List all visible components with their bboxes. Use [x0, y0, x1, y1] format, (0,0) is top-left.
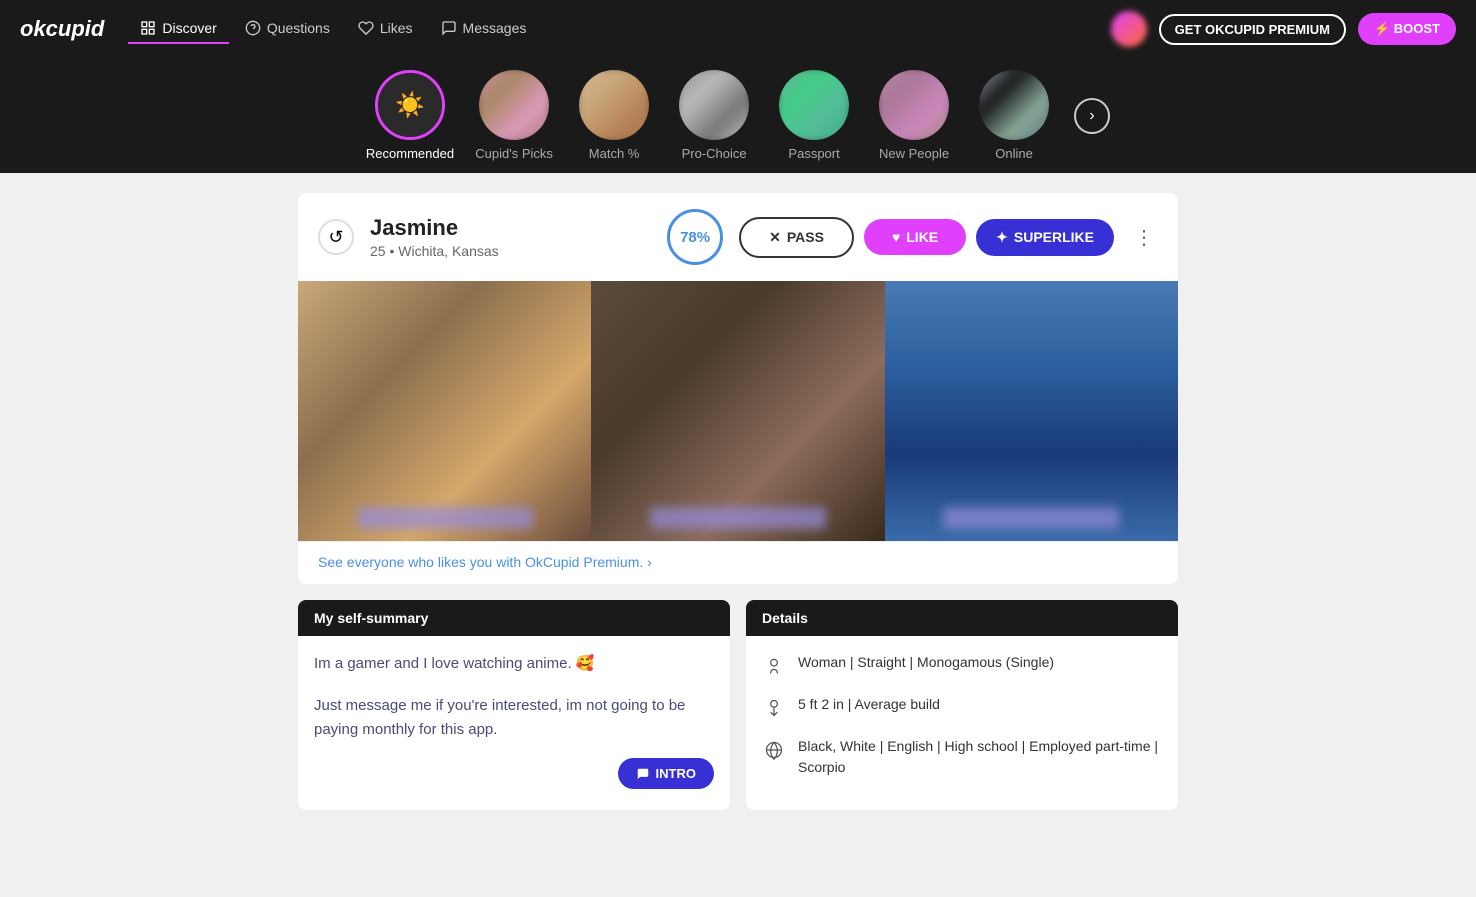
recommended-icon-bg: ☀️ [378, 73, 442, 137]
online-label: Online [995, 146, 1033, 161]
match-thumb [579, 70, 649, 140]
cupids-picks-thumb [479, 70, 549, 140]
details-card: Details Woman | Straight | Monogamous (S… [746, 600, 1178, 810]
cupids-picks-label: Cupid's Picks [475, 146, 553, 161]
detail-text-height: 5 ft 2 in | Average build [798, 694, 940, 715]
refresh-button[interactable]: ↺ [318, 219, 354, 255]
self-summary-card: My self-summary Im a gamer and I love wa… [298, 600, 730, 810]
likes-icon [358, 20, 374, 36]
questions-icon [245, 20, 261, 36]
detail-row-gender: Woman | Straight | Monogamous (Single) [762, 652, 1162, 678]
recommended-thumb: ☀️ [375, 70, 445, 140]
new-people-label: New People [879, 146, 949, 161]
next-category-button[interactable]: › [1074, 98, 1110, 134]
app-logo: okcupid [20, 16, 104, 42]
pro-choice-img [679, 70, 749, 140]
action-buttons: ✕ PASS ♥ LIKE ✦ SUPERLIKE [739, 217, 1114, 258]
main-content: ↺ Jasmine 25 • Wichita, Kansas 78% ✕ PAS… [278, 173, 1198, 830]
category-new-people[interactable]: New People [874, 70, 954, 161]
more-options-button[interactable]: ⋮ [1130, 221, 1158, 254]
details-body: Woman | Straight | Monogamous (Single) 5… [746, 636, 1178, 810]
category-online[interactable]: Online [974, 70, 1054, 161]
online-img [979, 70, 1049, 140]
detail-text-gender: Woman | Straight | Monogamous (Single) [798, 652, 1054, 673]
photo-1-overlay [357, 507, 533, 529]
photo-1[interactable] [298, 281, 591, 541]
profile-header: ↺ Jasmine 25 • Wichita, Kansas 78% ✕ PAS… [298, 193, 1178, 281]
summary-text-2: Just message me if you're interested, im… [314, 694, 714, 742]
x-icon: ✕ [769, 229, 781, 246]
detail-row-height: 5 ft 2 in | Average build [762, 694, 1162, 720]
passport-thumb [779, 70, 849, 140]
intro-button[interactable]: INTRO [618, 758, 714, 789]
detail-text-background: Black, White | English | High school | E… [798, 736, 1162, 778]
category-match[interactable]: Match % [574, 70, 654, 161]
self-summary-header: My self-summary [298, 600, 730, 636]
passport-label: Passport [788, 146, 839, 161]
recommended-icon: ☀️ [395, 91, 425, 120]
profile-name: Jasmine [370, 215, 651, 241]
self-summary-body: Im a gamer and I love watching anime. 🥰 … [298, 636, 730, 805]
cupids-picks-img [479, 70, 549, 140]
like-button[interactable]: ♥ LIKE [864, 219, 966, 255]
summary-text-1: Im a gamer and I love watching anime. 🥰 [314, 652, 714, 676]
match-label: Match % [589, 146, 640, 161]
online-thumb [979, 70, 1049, 140]
nav-right: GET OKCUPID PREMIUM ⚡ BOOST [1111, 11, 1456, 47]
profile-card: ↺ Jasmine 25 • Wichita, Kansas 78% ✕ PAS… [298, 193, 1178, 584]
boost-button[interactable]: ⚡ BOOST [1358, 13, 1456, 45]
profile-name-section: Jasmine 25 • Wichita, Kansas [370, 215, 651, 259]
nav-item-likes[interactable]: Likes [346, 14, 425, 44]
photo-2[interactable] [591, 281, 884, 541]
pro-choice-thumb [679, 70, 749, 140]
lower-grid: My self-summary Im a gamer and I love wa… [298, 600, 1178, 810]
nav-item-questions[interactable]: Questions [233, 14, 342, 44]
pro-choice-label: Pro-Choice [682, 146, 747, 161]
nav-item-messages[interactable]: Messages [429, 14, 539, 44]
category-pro-choice[interactable]: Pro-Choice [674, 70, 754, 161]
superlike-button[interactable]: ✦ SUPERLIKE [976, 219, 1114, 256]
match-img [579, 70, 649, 140]
premium-link[interactable]: See everyone who likes you with OkCupid … [318, 554, 652, 570]
category-bar: ☀️ Recommended Cupid's Picks Match % Pro… [0, 58, 1476, 173]
pass-button[interactable]: ✕ PASS [739, 217, 854, 258]
top-navigation: okcupid Discover Questions Likes Message… [0, 0, 1476, 58]
detail-row-background: Black, White | English | High school | E… [762, 736, 1162, 778]
chevron-right-icon: › [1089, 107, 1094, 125]
nav-item-discover[interactable]: Discover [128, 14, 228, 44]
photo-3-overlay [943, 507, 1119, 529]
category-cupids-picks[interactable]: Cupid's Picks [474, 70, 554, 161]
premium-button[interactable]: GET OKCUPID PREMIUM [1159, 14, 1346, 45]
photos-grid [298, 281, 1178, 541]
category-recommended[interactable]: ☀️ Recommended [366, 70, 454, 161]
height-icon [762, 696, 786, 720]
profile-meta: 25 • Wichita, Kansas [370, 243, 651, 259]
heart-icon: ♥ [892, 229, 900, 245]
category-passport[interactable]: Passport [774, 70, 854, 161]
messages-icon [441, 20, 457, 36]
gender-icon [762, 654, 786, 678]
premium-banner: See everyone who likes you with OkCupid … [298, 541, 1178, 584]
user-avatar[interactable] [1111, 11, 1147, 47]
new-people-img [879, 70, 949, 140]
superlike-icon: ✦ [996, 229, 1008, 246]
details-header: Details [746, 600, 1178, 636]
photo-2-overlay [650, 507, 826, 529]
nav-items: Discover Questions Likes Messages [128, 14, 1102, 44]
new-people-thumb [879, 70, 949, 140]
passport-img [779, 70, 849, 140]
globe-icon [762, 738, 786, 762]
refresh-icon: ↺ [328, 227, 343, 248]
ellipsis-icon: ⋮ [1134, 227, 1154, 249]
recommended-label: Recommended [366, 146, 454, 161]
message-icon [636, 767, 650, 781]
photo-3[interactable] [885, 281, 1178, 541]
match-percentage-circle: 78% [667, 209, 723, 265]
discover-icon [140, 20, 156, 36]
